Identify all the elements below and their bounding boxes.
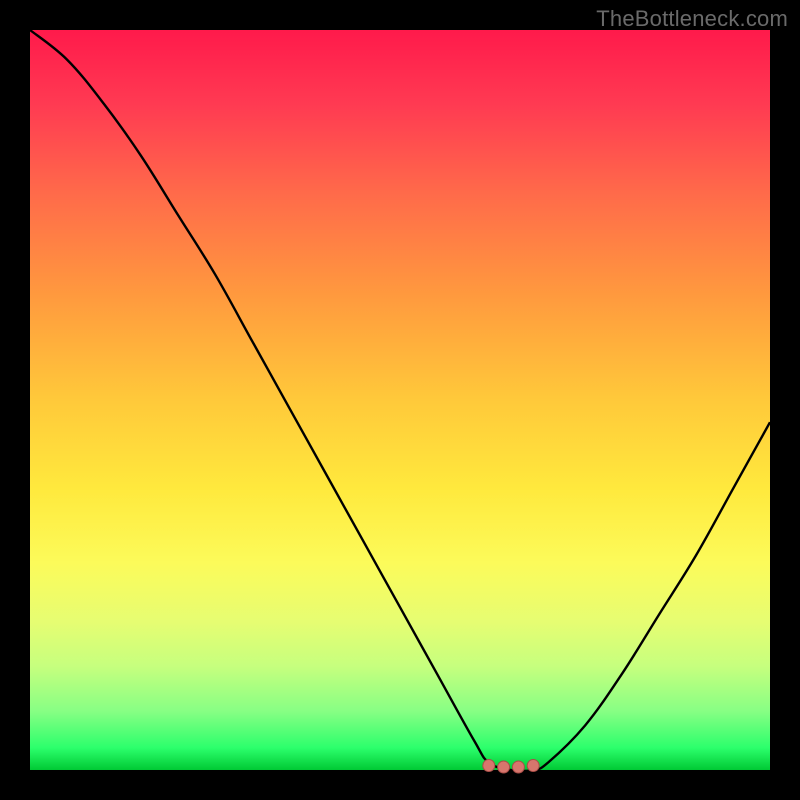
watermark-text: TheBottleneck.com — [596, 6, 788, 32]
chart-frame: TheBottleneck.com — [0, 0, 800, 800]
plot-area — [30, 30, 770, 770]
min-marker — [512, 761, 524, 773]
min-marker — [483, 760, 495, 772]
curve-svg — [30, 30, 770, 770]
min-marker — [498, 761, 510, 773]
min-marker — [527, 760, 539, 772]
curve-path — [30, 30, 770, 771]
